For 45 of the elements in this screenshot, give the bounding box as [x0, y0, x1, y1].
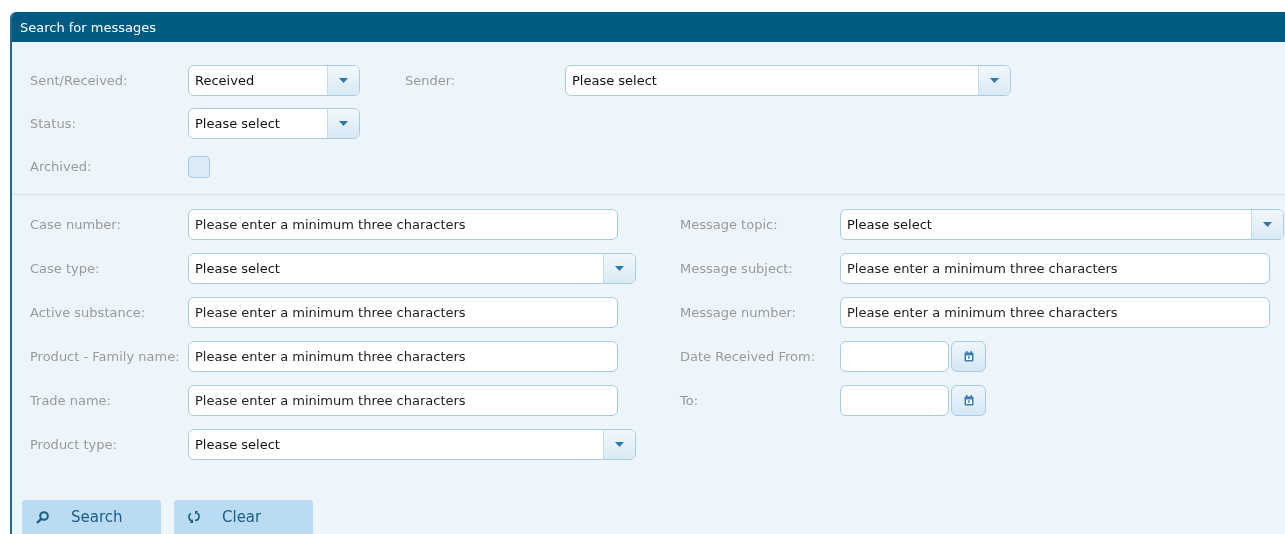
input-field[interactable]: Please enter a minimum three characters — [188, 385, 618, 416]
field-label: Case type: — [30, 260, 101, 277]
field-label: Product type: — [30, 436, 118, 453]
dropdown[interactable]: Please select — [840, 209, 1284, 240]
input-field[interactable]: Please enter a minimum three characters — [188, 341, 618, 372]
field-label: Active substance: — [30, 304, 147, 321]
refresh-icon — [188, 510, 200, 524]
dropdown[interactable]: Please select — [188, 429, 636, 460]
caret-icon — [339, 78, 348, 83]
search-icon — [36, 510, 49, 524]
caret-icon — [990, 78, 999, 83]
search-button[interactable]: Search — [22, 500, 161, 534]
clear-button[interactable]: Clear — [174, 500, 313, 534]
dropdown[interactable]: Please select — [188, 253, 636, 284]
field-label: Case number: — [30, 216, 122, 233]
field-label: Product - Family name: — [30, 348, 181, 365]
caret-icon — [615, 266, 624, 271]
calendar-button[interactable] — [951, 341, 986, 372]
dropdown[interactable]: Please select — [565, 65, 1011, 96]
field-label: Status: — [30, 115, 77, 132]
input-field[interactable]: Please enter a minimum three characters — [840, 253, 1270, 284]
dropdown[interactable]: Please select — [188, 108, 360, 139]
input-field[interactable]: Please enter a minimum three characters — [840, 297, 1270, 328]
checkbox[interactable] — [188, 155, 210, 178]
caret-icon — [339, 121, 348, 126]
input-field[interactable]: Please enter a minimum three characters — [188, 297, 618, 328]
calendar-icon — [963, 351, 974, 362]
input-field[interactable]: Please enter a minimum three characters — [188, 209, 618, 240]
field-label: To: — [680, 392, 700, 409]
field-label: Date Received From: — [680, 348, 817, 365]
field-label: Trade name: — [30, 392, 112, 409]
calendar-button[interactable] — [951, 385, 986, 416]
field-label: Archived: — [30, 158, 93, 175]
field-label: Sent/Received: — [30, 72, 129, 89]
date-field[interactable] — [840, 385, 949, 416]
calendar-icon — [963, 395, 974, 406]
date-field[interactable] — [840, 341, 949, 372]
panel-title: Search for messages — [20, 19, 156, 35]
field-label: Message topic: — [680, 216, 779, 233]
caret-icon — [615, 442, 624, 447]
field-label: Message subject: — [680, 260, 794, 277]
caret-icon — [1263, 222, 1272, 227]
field-label: Sender: — [405, 72, 457, 89]
field-label: Message number: — [680, 304, 797, 321]
dropdown[interactable]: Received — [188, 65, 360, 96]
